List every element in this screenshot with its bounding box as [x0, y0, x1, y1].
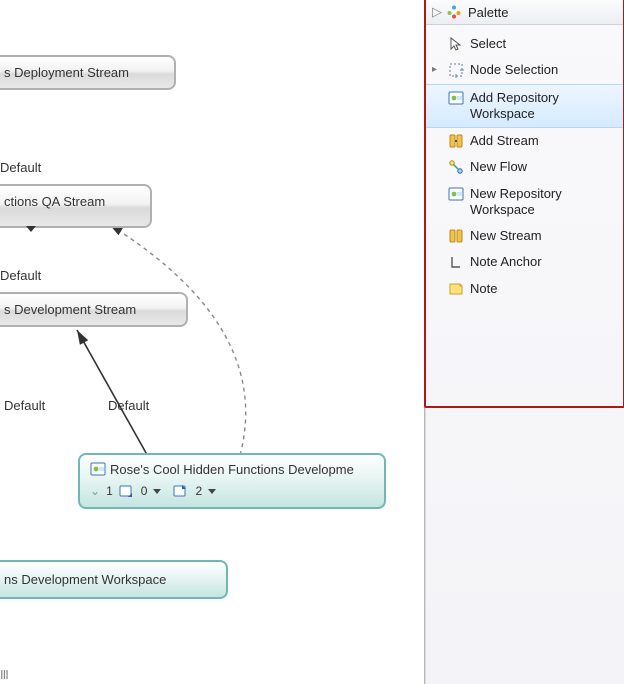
palette-item-add-stream[interactable]: Add Stream — [426, 128, 624, 154]
add-stream-icon — [448, 133, 464, 149]
note-icon — [448, 281, 464, 297]
chevron-down-icon[interactable] — [153, 489, 161, 494]
note-anchor-icon — [448, 254, 464, 270]
incoming-changes-icon[interactable] — [119, 483, 135, 499]
expand-chevron-icon[interactable]: ⌄ — [90, 484, 100, 498]
palette-item-label: New Stream — [470, 228, 618, 244]
node-rose-workspace[interactable]: Rose's Cool Hidden Functions Developme ⌄… — [78, 453, 386, 509]
diagram-canvas[interactable]: s Deployment Stream Default ctions QA St… — [0, 0, 425, 684]
palette-body: Select ▸ Node Selection Add Repository W… — [426, 25, 624, 308]
chevron-down-icon[interactable] — [208, 489, 216, 494]
edge-label-default: Default — [0, 268, 41, 283]
palette-item-label: Note Anchor — [470, 254, 618, 270]
collapse-handle-icon[interactable]: ▷ — [432, 4, 440, 20]
node-label: Rose's Cool Hidden Functions Developme — [110, 462, 354, 477]
node-qa-stream[interactable]: ctions QA Stream — [0, 184, 152, 228]
palette-item-new-stream[interactable]: New Stream — [426, 223, 624, 249]
palette-header[interactable]: ▷ Palette — [426, 0, 624, 25]
edge-label-default: Default — [108, 398, 149, 413]
expand-arrow-icon[interactable]: ▸ — [432, 62, 442, 75]
flow-icon — [448, 159, 464, 175]
workspace-icon — [90, 461, 106, 477]
palette-icon — [446, 4, 462, 20]
node-label: s Development Stream — [4, 302, 136, 317]
node-label: ctions QA Stream — [4, 194, 105, 209]
workspace-icon — [448, 90, 464, 106]
node-label: s Deployment Stream — [4, 65, 129, 80]
node-selection-icon — [448, 62, 464, 78]
horizontal-scroll-hint: III — [0, 667, 8, 682]
count-outgoing: 2 — [195, 484, 202, 498]
palette-item-note[interactable]: Note — [426, 276, 624, 302]
outgoing-changes-icon[interactable] — [173, 483, 189, 499]
palette-item-label: Note — [470, 281, 618, 297]
edge-label-default: Default — [0, 160, 41, 175]
chevron-down-icon[interactable] — [26, 226, 36, 232]
palette-item-note-anchor[interactable]: Note Anchor — [426, 249, 624, 275]
workspace-icon — [448, 186, 464, 202]
palette-title: Palette — [468, 5, 508, 20]
palette-item-node-selection[interactable]: ▸ Node Selection — [426, 57, 624, 83]
palette-item-label: Node Selection — [470, 62, 618, 78]
palette-item-label: Select — [470, 36, 618, 52]
palette-item-new-repository-workspace[interactable]: New Repository Workspace — [426, 181, 624, 224]
node-ns-dev-workspace[interactable]: ns Development Workspace — [0, 560, 228, 599]
palette-item-label: Add Repository Workspace — [470, 90, 618, 123]
palette-item-label: Add Stream — [470, 133, 618, 149]
palette-item-select[interactable]: Select — [426, 31, 624, 57]
node-label: ns Development Workspace — [4, 572, 166, 587]
edge-label-default: Default — [4, 398, 45, 413]
node-development-stream[interactable]: s Development Stream — [0, 292, 188, 327]
cursor-icon — [448, 36, 464, 52]
palette-item-label: New Repository Workspace — [470, 186, 618, 219]
new-stream-icon — [448, 228, 464, 244]
palette-item-add-repository-workspace[interactable]: Add Repository Workspace — [426, 84, 624, 129]
palette-item-label: New Flow — [470, 159, 618, 175]
count-expand: 1 — [106, 484, 113, 498]
node-deployment-stream[interactable]: s Deployment Stream — [0, 55, 176, 90]
palette-item-new-flow[interactable]: New Flow — [426, 154, 624, 180]
count-incoming: 0 — [141, 484, 148, 498]
palette-panel: ▷ Palette Select ▸ Node Selection — [425, 0, 624, 684]
